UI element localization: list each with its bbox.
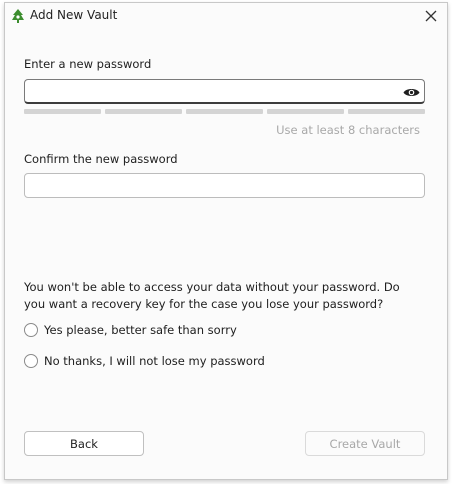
- strength-segment: [267, 109, 344, 114]
- recovery-yes-option[interactable]: Yes please, better safe than sorry: [24, 323, 237, 337]
- recovery-yes-label: Yes please, better safe than sorry: [44, 323, 237, 337]
- strength-segment: [24, 109, 101, 114]
- strength-segment: [186, 109, 263, 114]
- recovery-no-label: No thanks, I will not lose my password: [44, 354, 265, 368]
- confirm-password-input[interactable]: [24, 173, 425, 198]
- password-input[interactable]: [24, 79, 425, 104]
- confirm-password-label: Confirm the new password: [24, 152, 178, 166]
- title-bar: Add New Vault: [5, 3, 447, 29]
- add-vault-dialog: Add New Vault Enter a new password Use a…: [4, 2, 448, 480]
- recovery-question: You won't be able to access your data wi…: [24, 280, 400, 311]
- back-button[interactable]: Back: [24, 431, 144, 456]
- radio-button[interactable]: [24, 323, 38, 337]
- password-hint: Use at least 8 characters: [276, 123, 420, 137]
- close-icon: [425, 10, 437, 22]
- reveal-password-button[interactable]: [401, 82, 421, 102]
- strength-segment: [105, 109, 182, 114]
- strength-segment: [348, 109, 425, 114]
- password-strength-meter: [24, 109, 425, 114]
- radio-button[interactable]: [24, 354, 38, 368]
- create-vault-button[interactable]: Create Vault: [305, 431, 425, 456]
- eye-icon: [403, 88, 419, 96]
- close-button[interactable]: [417, 4, 445, 28]
- window-title: Add New Vault: [30, 8, 118, 22]
- cryptomator-icon: [10, 8, 26, 24]
- password-label: Enter a new password: [24, 57, 152, 71]
- recovery-no-option[interactable]: No thanks, I will not lose my password: [24, 354, 265, 368]
